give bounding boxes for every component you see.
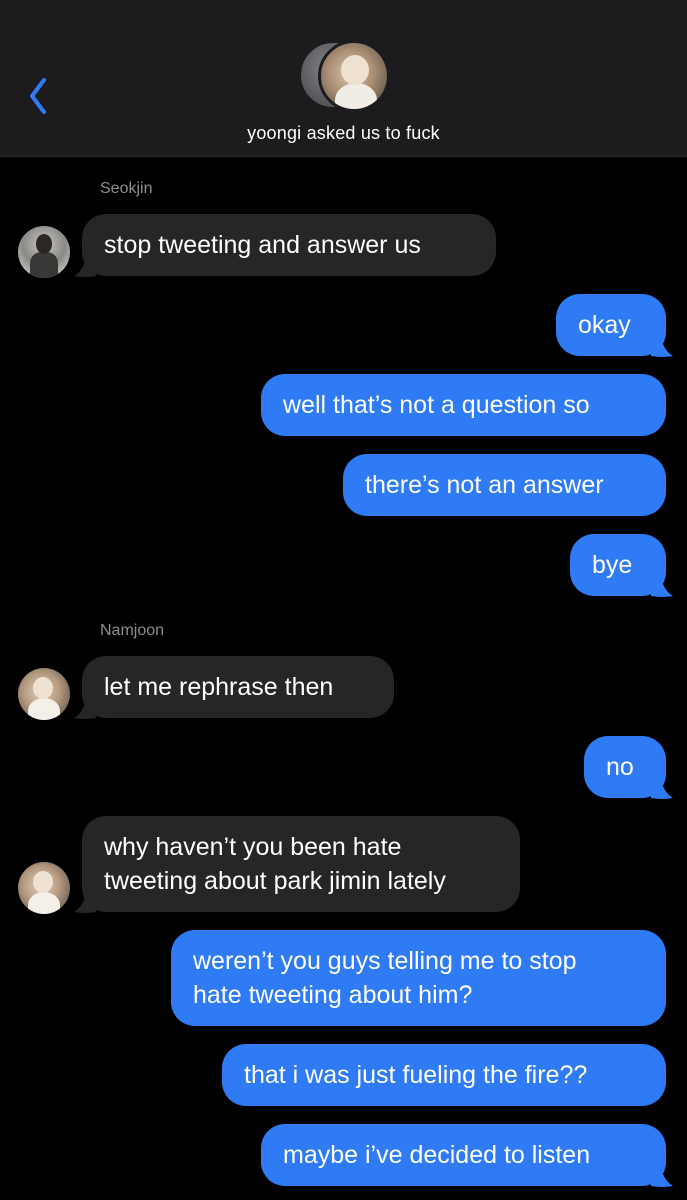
message-text: maybe i’ve decided to listen	[283, 1141, 591, 1169]
avatar[interactable]	[18, 668, 70, 720]
message-text-line: tweeting about park jimin lately	[104, 867, 446, 895]
group-avatar[interactable]	[298, 40, 390, 112]
conversation-title[interactable]: yoongi asked us to fuck	[0, 123, 687, 144]
message-text: that i was just fueling the fire??	[244, 1061, 588, 1089]
message-text: okay	[578, 311, 631, 339]
avatar[interactable]	[18, 862, 70, 914]
message-text-line: weren’t you guys telling me to stop	[193, 947, 577, 975]
message-text: no	[606, 753, 634, 781]
incoming-message[interactable]: stop tweeting and answer us	[82, 214, 496, 276]
bubble-tail	[651, 336, 673, 357]
message-text: there’s not an answer	[365, 471, 604, 499]
bubble-tail	[74, 892, 96, 913]
bubble-tail	[651, 778, 673, 799]
incoming-message[interactable]: let me rephrase then	[82, 656, 394, 718]
message-text-line: hate tweeting about him?	[193, 981, 473, 1009]
bubble-tail	[651, 1166, 673, 1187]
back-button[interactable]	[24, 74, 54, 118]
chevron-left-icon	[30, 78, 46, 114]
bubble-tail	[74, 256, 96, 277]
sender-name: Namjoon	[100, 622, 165, 639]
message-text: let me rephrase then	[104, 673, 334, 701]
incoming-message[interactable]: why haven’t you been hate tweeting about…	[82, 816, 520, 912]
message-text-line: why haven’t you been hate	[104, 833, 402, 861]
message-text: stop tweeting and answer us	[104, 231, 421, 259]
avatar[interactable]	[18, 226, 70, 278]
sender-name: Seokjin	[100, 180, 153, 197]
bubble-tail	[651, 576, 673, 597]
outgoing-message[interactable]: maybe i’ve decided to listen	[261, 1124, 666, 1186]
outgoing-message[interactable]: weren’t you guys telling me to stop hate…	[171, 930, 666, 1026]
outgoing-message[interactable]: that i was just fueling the fire??	[222, 1044, 666, 1106]
bubble-tail	[74, 698, 96, 719]
message-text: well that’s not a question so	[283, 391, 590, 419]
conversation-header: yoongi asked us to fuck	[0, 0, 687, 157]
outgoing-message[interactable]: okay	[556, 294, 666, 356]
outgoing-message[interactable]: well that’s not a question so	[261, 374, 666, 436]
outgoing-message[interactable]: there’s not an answer	[343, 454, 666, 516]
message-text: bye	[592, 551, 633, 579]
group-avatar-front	[318, 40, 390, 112]
